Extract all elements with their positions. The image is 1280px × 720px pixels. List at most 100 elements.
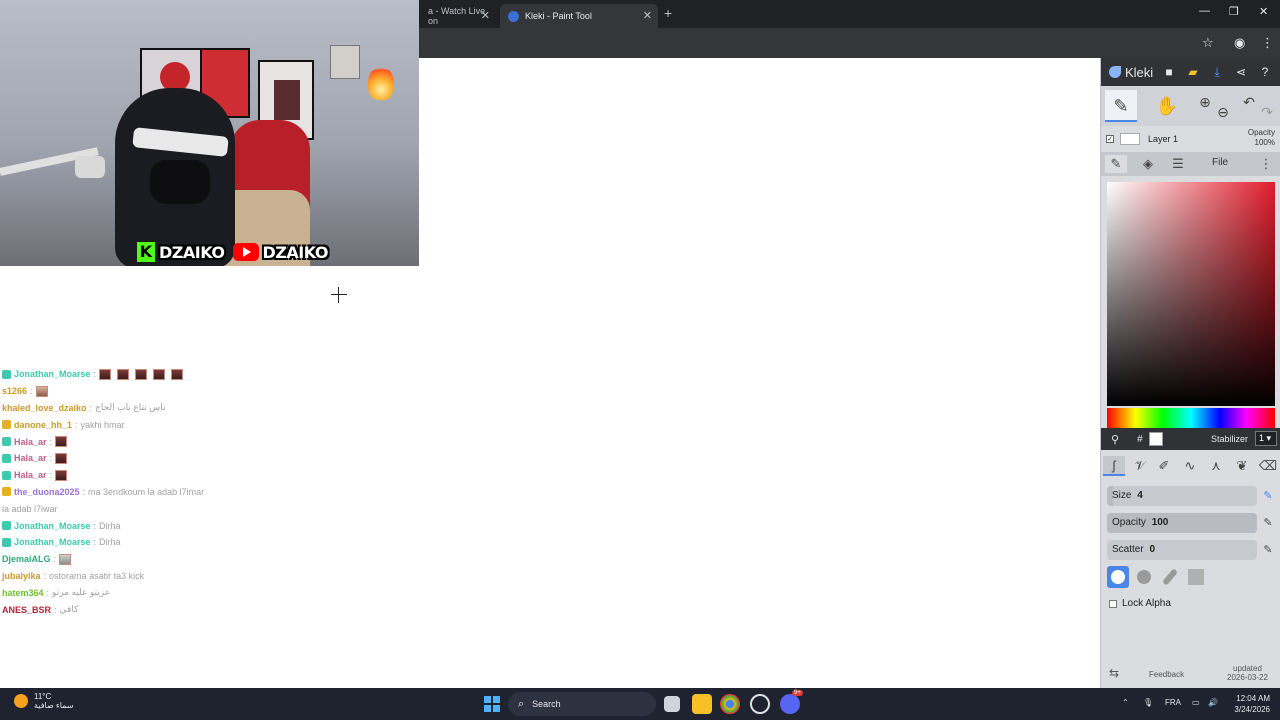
chat-message: hatem364: عزيتو عليه مرتو — [2, 584, 242, 601]
chat-username[interactable]: danone_hh_1 — [14, 420, 72, 430]
open-folder-icon[interactable]: ▰ — [1185, 64, 1201, 80]
download-icon[interactable]: ⤓ — [1209, 64, 1225, 80]
tab-watch-live[interactable]: a - Watch Live on ✕ — [420, 4, 496, 28]
new-tab-button[interactable]: + — [664, 5, 672, 21]
chat-separator: : — [53, 554, 57, 565]
scatter-slider[interactable]: Scatter 0 — [1107, 540, 1257, 560]
feedback-link[interactable]: Feedback — [1149, 670, 1184, 679]
chat-emote-icon — [153, 368, 166, 380]
chat-username[interactable]: Jonathan_Moarse — [14, 537, 91, 547]
file-explorer-icon[interactable] — [692, 694, 712, 714]
chat-username[interactable]: s1266 — [2, 386, 27, 396]
tab-close-icon[interactable]: ✕ — [481, 9, 490, 22]
new-image-icon[interactable]: ■ — [1161, 64, 1177, 80]
volume-icon[interactable]: 🔊 — [1208, 698, 1218, 707]
chrome-icon[interactable] — [720, 694, 740, 714]
layer-opacity-value: 100% — [1254, 138, 1275, 147]
bookmark-star-icon[interactable]: ☆ — [1202, 35, 1214, 51]
opacity-pressure-icon[interactable]: ✎ — [1261, 516, 1275, 530]
chat-badge-icon — [2, 537, 11, 547]
update-info: updated 2026-03-22 — [1227, 664, 1268, 682]
brush-tool-icon[interactable]: ✎ — [1105, 90, 1137, 122]
clock[interactable]: 12:04 AM 3/24/2026 — [1220, 693, 1270, 715]
brush-tip-row — [1107, 566, 1207, 588]
size-pressure-icon[interactable]: ✎ — [1261, 489, 1275, 503]
tab-layers-icon[interactable]: ◈ — [1137, 155, 1159, 173]
color-saturation-picker[interactable] — [1107, 182, 1275, 406]
tab-kleki[interactable]: Kleki - Paint Tool ✕ — [500, 4, 658, 28]
chat-username[interactable]: the_duona2025 — [14, 487, 80, 497]
search-icon: ⌕ — [518, 697, 525, 710]
chat-message: s1266: — [2, 383, 242, 400]
sketchy-brush-icon[interactable]: ✐ — [1153, 456, 1175, 476]
hue-slider[interactable] — [1107, 408, 1275, 428]
chat-separator: : — [75, 419, 78, 430]
chat-username[interactable]: Hala_ar — [14, 453, 47, 463]
weather-widget[interactable]: 11°C سماء صافية — [14, 692, 74, 710]
eyedropper-icon[interactable]: ⚲ — [1111, 433, 1119, 446]
layer-row[interactable]: ✓ Layer 1 Opacity 100% — [1101, 126, 1280, 152]
square-tip-icon[interactable] — [1185, 566, 1207, 588]
close-window-button[interactable]: ✕ — [1259, 5, 1268, 18]
chat-badge-icon — [2, 420, 11, 430]
restore-button[interactable]: ❐ — [1229, 5, 1239, 18]
chat-username[interactable]: Jonathan_Moarse — [14, 369, 91, 379]
eraser-icon[interactable]: ⌫ — [1257, 456, 1279, 476]
current-color-swatch[interactable] — [1148, 432, 1163, 446]
chat-username[interactable]: hatem364 — [2, 588, 44, 598]
taskbar-search[interactable]: ⌕ Search — [508, 692, 656, 716]
redo-icon[interactable]: ↷ — [1251, 96, 1280, 128]
lock-alpha-toggle[interactable]: Lock Alpha — [1109, 598, 1171, 609]
size-slider[interactable]: Size 4 — [1107, 486, 1257, 506]
language-indicator[interactable]: FRA — [1165, 698, 1181, 707]
pen-brush-icon[interactable]: ʃ — [1103, 456, 1125, 476]
chat-username[interactable]: khaled_love_dzaiko — [2, 403, 87, 413]
hex-button[interactable]: # — [1137, 434, 1143, 445]
tab-brush-icon[interactable]: ✎ — [1105, 155, 1127, 173]
smudge-brush-icon[interactable]: ❦ — [1231, 456, 1253, 476]
chat-separator: : — [49, 453, 53, 464]
chat-separator: : — [49, 470, 53, 481]
tab-adjust-icon[interactable]: ☰ — [1167, 155, 1189, 173]
kick-logo-icon: K — [137, 242, 155, 262]
chat-message: DjemaiALG: — [2, 551, 242, 568]
chat-username[interactable]: DjemaiALG — [2, 554, 51, 564]
chat-username[interactable]: jubaiyika — [2, 571, 41, 581]
app-icon[interactable] — [750, 694, 770, 714]
scatter-pressure-icon[interactable]: ✎ — [1261, 543, 1275, 557]
round-tip-icon[interactable] — [1107, 566, 1129, 588]
opacity-slider[interactable]: Opacity 100 — [1107, 513, 1257, 533]
start-windows-icon[interactable] — [484, 696, 500, 712]
pixel-brush-icon[interactable]: ∿ — [1179, 456, 1201, 476]
network-icon[interactable]: ▭ — [1192, 698, 1200, 707]
browser-menu-icon[interactable]: ⋮ — [1261, 35, 1274, 51]
swap-side-icon[interactable]: ⇆ — [1109, 666, 1119, 680]
slash-tip-icon[interactable] — [1159, 566, 1181, 588]
tab-close-icon[interactable]: ✕ — [643, 9, 652, 22]
layer-visible-checkbox[interactable]: ✓ — [1106, 135, 1114, 143]
chat-badge-icon — [2, 437, 11, 447]
chat-username[interactable]: Jonathan_Moarse — [14, 521, 91, 531]
task-view-icon[interactable] — [664, 696, 680, 712]
more-menu-icon[interactable]: ⋮ — [1255, 155, 1277, 173]
tray-expand-icon[interactable]: ⌃ — [1122, 698, 1129, 707]
help-icon[interactable]: ? — [1257, 64, 1273, 80]
slider-label: Opacity — [1112, 517, 1146, 528]
chat-username[interactable]: ANES_BSR — [2, 605, 51, 615]
chemy-brush-icon[interactable]: ⋏ — [1205, 456, 1227, 476]
microphone-icon[interactable]: 🎙 — [1143, 698, 1153, 707]
chat-username[interactable]: Hala_ar — [14, 470, 47, 480]
lock-alpha-checkbox[interactable] — [1109, 599, 1117, 608]
minimize-button[interactable]: — — [1199, 5, 1210, 17]
blend-brush-icon[interactable]: 𝒱 — [1129, 456, 1151, 476]
discord-icon[interactable] — [780, 694, 800, 714]
chat-username[interactable]: Hala_ar — [14, 437, 47, 447]
stabilizer-select[interactable]: 1 ▾ — [1255, 431, 1277, 446]
tab-file[interactable]: File — [1212, 157, 1228, 168]
chat-badge-icon — [2, 453, 11, 463]
profile-icon[interactable]: ◉ — [1234, 35, 1245, 51]
hand-tool-icon[interactable]: ✋ — [1151, 90, 1183, 122]
soft-tip-icon[interactable] — [1133, 566, 1155, 588]
chat-text: la adab l7iwar — [2, 503, 58, 514]
share-icon[interactable]: ⋖ — [1233, 64, 1249, 80]
